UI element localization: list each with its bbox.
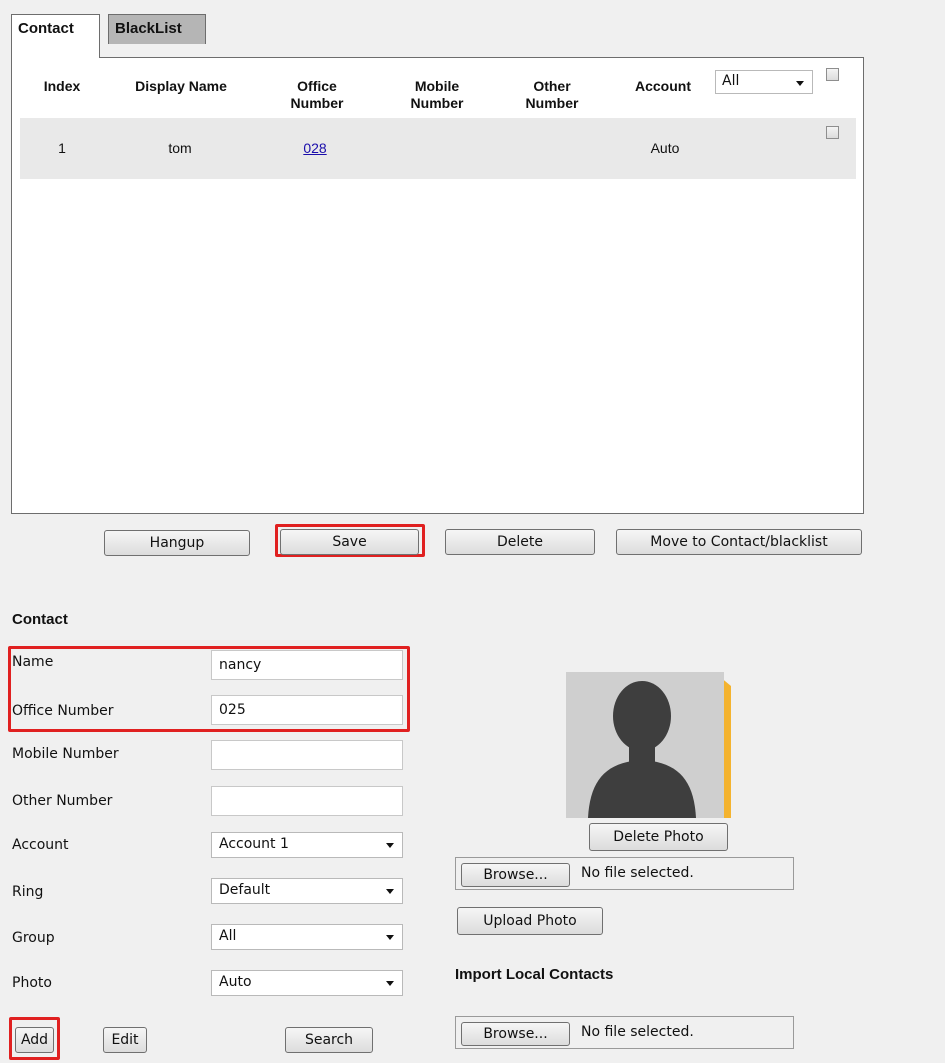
save-button[interactable]: Save [280,529,419,555]
add-button[interactable]: Add [15,1027,54,1053]
search-button[interactable]: Search [285,1027,373,1053]
header-mobile-number: Mobile Number [410,78,464,111]
table-row[interactable]: 1 tom 028 Auto [20,118,856,179]
import-browse-button[interactable]: Browse... [461,1022,570,1046]
photo-file-status: No file selected. [581,865,694,881]
mobile-number-label: Mobile Number [12,746,119,762]
chevron-down-icon [796,81,804,86]
office-number-label: Office Number [12,703,114,719]
group-label: Group [12,930,55,946]
photo-select[interactable]: Auto [211,970,403,996]
chevron-down-icon [386,889,394,894]
chevron-down-icon [386,935,394,940]
name-label: Name [12,654,54,670]
contact-form-title: Contact [12,611,68,628]
chevron-down-icon [386,843,394,848]
row-checkbox[interactable] [826,126,839,139]
edit-button[interactable]: Edit [103,1027,147,1053]
move-to-contact-blacklist-button[interactable]: Move to Contact/blacklist [616,529,862,555]
contact-photo [566,672,750,818]
person-silhouette-icon [566,672,731,818]
group-select[interactable]: All [211,924,403,950]
header-account: Account [635,78,691,94]
row-display-name: tom [168,140,192,156]
import-file-input[interactable]: Browse... No file selected. [455,1016,794,1049]
mobile-number-input[interactable] [211,740,403,770]
header-index: Index [43,78,81,94]
photo-label: Photo [12,975,52,991]
ring-select[interactable]: Default [211,878,403,904]
delete-photo-button[interactable]: Delete Photo [589,823,728,851]
header-display-name: Display Name [135,78,227,94]
upload-photo-button[interactable]: Upload Photo [457,907,603,935]
hangup-button[interactable]: Hangup [104,530,250,556]
photo-file-input[interactable]: Browse... No file selected. [455,857,794,890]
row-index: 1 [58,140,66,156]
other-number-input[interactable] [211,786,403,816]
import-file-status: No file selected. [581,1024,694,1040]
account-label: Account [12,837,69,853]
name-input[interactable]: nancy [211,650,403,680]
tab-contact[interactable]: Contact [11,14,100,58]
tab-blacklist[interactable]: BlackList [108,14,206,44]
import-local-contacts-title: Import Local Contacts [455,966,614,983]
delete-button[interactable]: Delete [445,529,595,555]
row-office-number-link[interactable]: 028 [290,140,340,156]
contact-table-panel: Index Display Name Office Number Mobile Nu… [11,57,864,514]
office-number-input[interactable]: 025 [211,695,403,725]
other-number-label: Other Number [12,793,113,809]
account-select[interactable]: Account 1 [211,832,403,858]
header-other-number: Other Number [525,78,579,111]
header-office-number: Office Number [290,78,344,111]
ring-label: Ring [12,884,44,900]
chevron-down-icon [386,981,394,986]
photo-browse-button[interactable]: Browse... [461,863,570,887]
select-all-checkbox[interactable] [826,68,839,81]
row-account: Auto [650,140,680,156]
account-filter-select[interactable]: All [715,70,813,94]
